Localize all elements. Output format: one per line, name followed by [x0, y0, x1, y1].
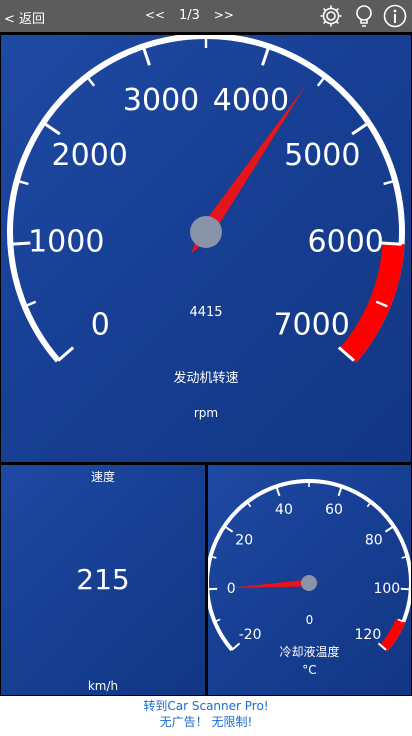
needle-hub [190, 216, 222, 248]
scale-label: 4000 [213, 83, 289, 118]
promo-banner: 转到Car Scanner Pro! 无广告！ 无限制! [0, 696, 412, 736]
major-tick [223, 525, 234, 533]
redline-zone [339, 242, 405, 363]
major-tick [141, 45, 151, 66]
rpm-value-readout: 4415 [189, 305, 223, 320]
major-tick [400, 587, 411, 591]
coolant-gauge-panel: -20 0 20 40 60 80 100 120 0 冷却液温度 °C [208, 465, 411, 695]
minor-tick [316, 75, 327, 87]
pager: << 1/3 >> [145, 8, 244, 23]
prev-page-button[interactable]: << [145, 8, 165, 22]
major-tick [57, 346, 75, 362]
major-tick [384, 525, 395, 533]
promo-tagline[interactable]: 无广告！ 无限制! [0, 714, 412, 730]
minor-tick [85, 75, 96, 87]
major-tick [261, 45, 271, 66]
scale-label: 6000 [308, 225, 384, 260]
gear-icon[interactable] [318, 3, 344, 29]
major-tick [208, 587, 218, 591]
scale-label: 1000 [28, 225, 104, 260]
rpm-gauge-title: 发动机转速 [173, 371, 239, 386]
speed-panel: 速度 215 km/h [1, 465, 205, 695]
info-icon[interactable] [382, 3, 408, 29]
major-tick [351, 121, 370, 136]
speed-value: 215 [76, 563, 130, 596]
scale-label: 100 [373, 581, 400, 597]
scale-label: 5000 [284, 138, 360, 173]
scale-label: 3000 [123, 83, 199, 118]
scale-label: -20 [239, 627, 262, 643]
page-indicator: 1/3 [178, 8, 200, 23]
coolant-value-readout: 0 [305, 613, 314, 627]
scale-label: 20 [235, 533, 253, 549]
scale-label: 0 [227, 581, 236, 597]
rpm-unit-label: rpm [193, 406, 219, 420]
speed-unit: km/h [87, 679, 119, 693]
major-tick [42, 121, 61, 136]
scale-label: 120 [355, 627, 382, 643]
major-tick [381, 241, 402, 246]
lightbulb-icon[interactable] [351, 3, 377, 29]
speed-title: 速度 [90, 470, 115, 484]
coolant-gauge-title: 冷却液温度 [279, 645, 340, 659]
top-bar: < 返回 << 1/3 >> [0, 0, 412, 32]
rpm-gauge-panel: 0 1000 2000 3000 4000 5000 6000 7000 4415 发动机转速… [1, 35, 411, 462]
back-button[interactable]: < 返回 [4, 8, 45, 27]
promo-link-pro[interactable]: 转到Car Scanner Pro! [0, 698, 412, 714]
scale-label: 40 [275, 502, 293, 518]
needle-hub [301, 575, 317, 591]
coolant-gauge: -20 0 20 40 60 80 100 120 [208, 479, 411, 652]
next-page-button[interactable]: >> [214, 8, 234, 22]
scale-label: 60 [325, 502, 343, 518]
rpm-gauge: 0100020003000 4000500060007000 [7, 35, 405, 363]
scale-label: 80 [365, 533, 383, 549]
coolant-unit: °C [302, 663, 317, 677]
scale-label: 2000 [52, 138, 128, 173]
